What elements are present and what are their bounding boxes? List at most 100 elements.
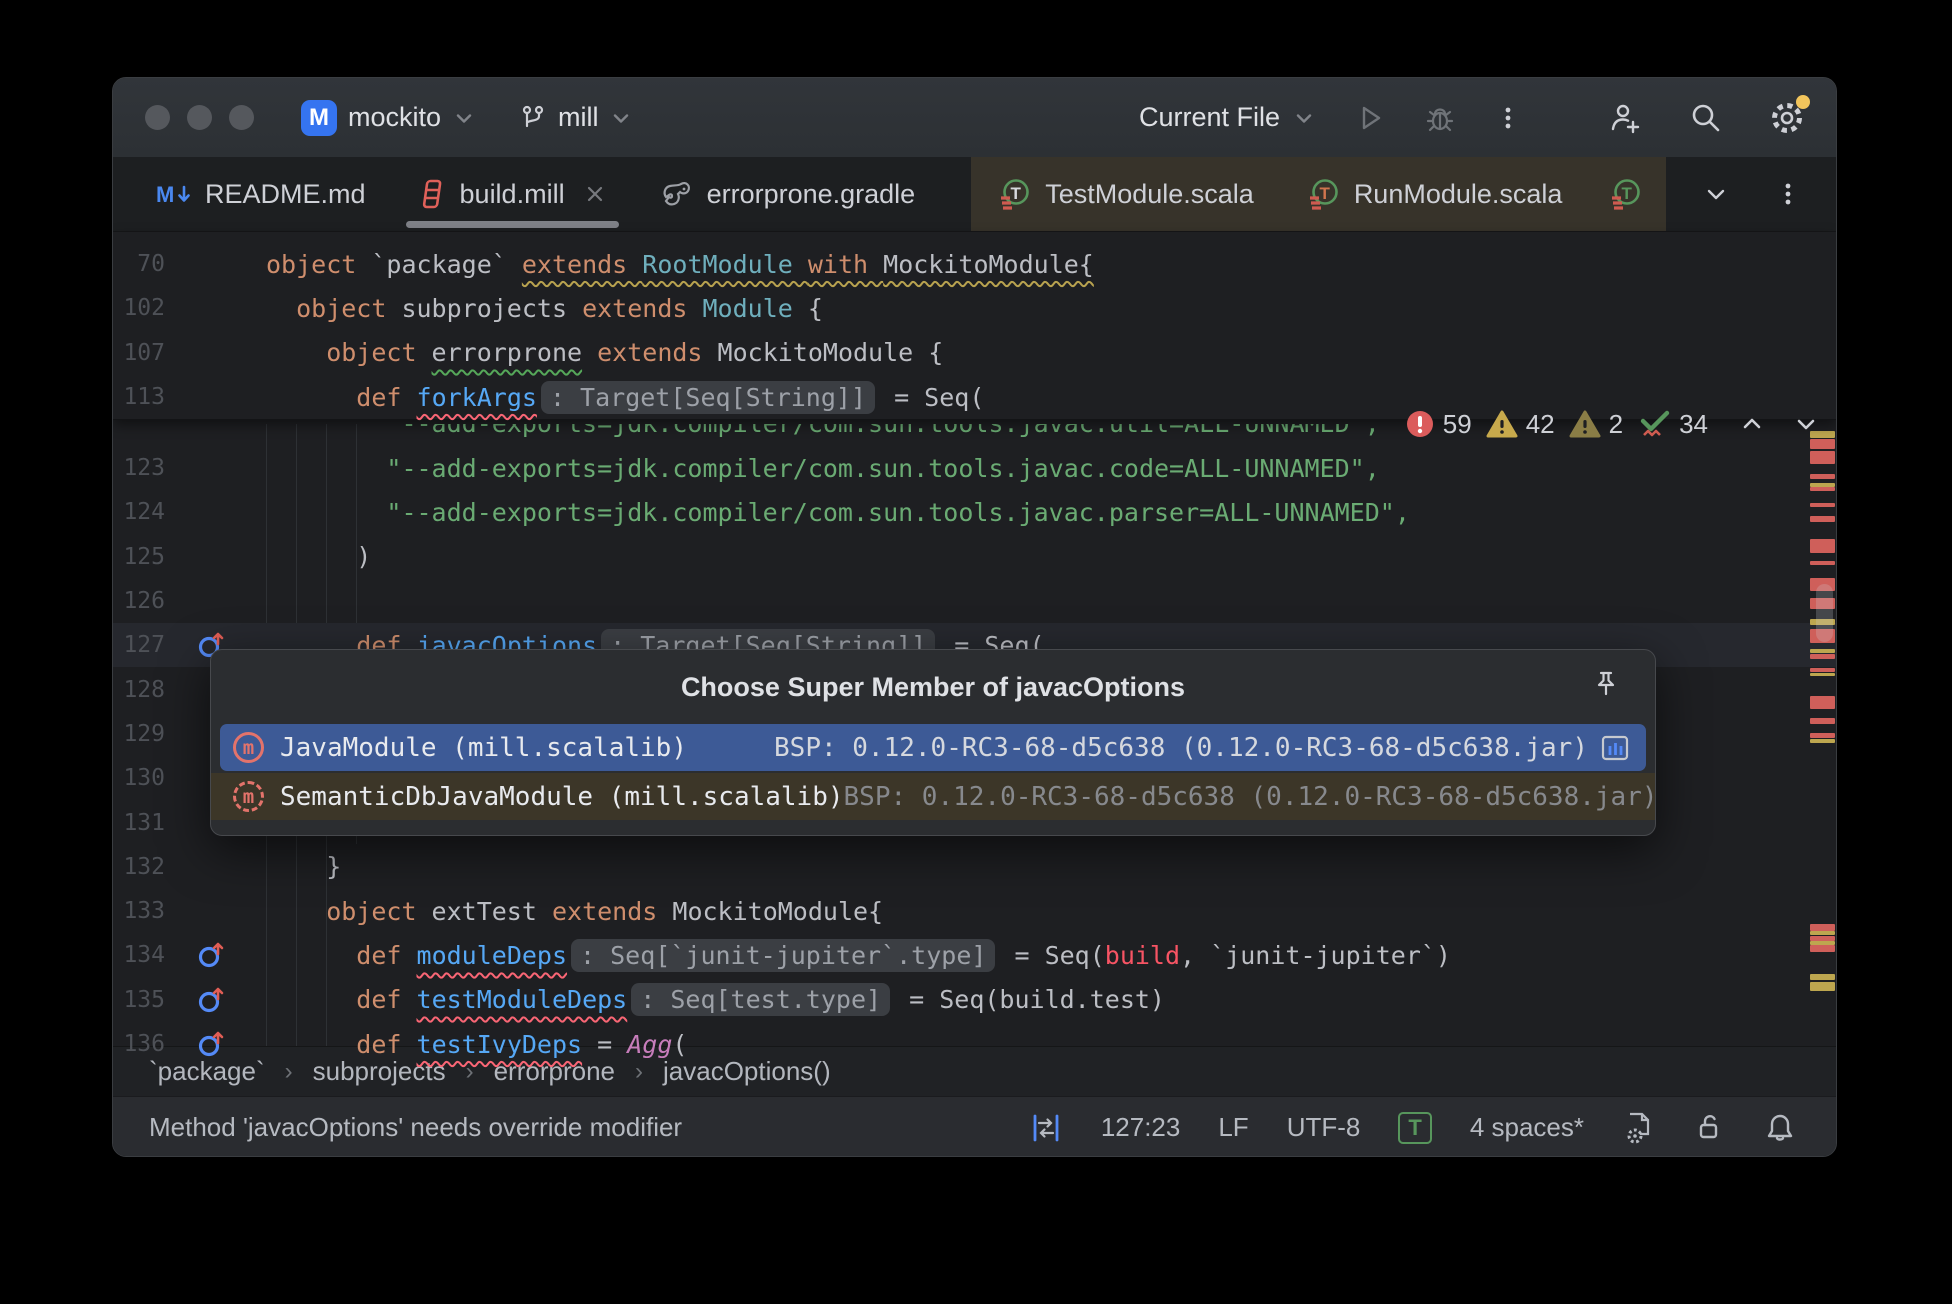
file-encoding[interactable]: UTF-8 — [1287, 1112, 1361, 1143]
stripe-mark — [1810, 718, 1835, 724]
line-number: 128 — [113, 677, 165, 703]
line-number: 127 — [113, 632, 165, 658]
code-line[interactable]: 132} — [113, 845, 1836, 889]
passed-count-value: 34 — [1679, 409, 1708, 440]
search-everywhere-button[interactable] — [1688, 100, 1724, 136]
override-method-icon[interactable] — [195, 984, 227, 1016]
code-line[interactable]: 125) — [113, 535, 1836, 579]
stripe-mark — [1810, 673, 1835, 676]
code-text: object `package` extends RootModule with… — [266, 250, 1094, 279]
line-ending[interactable]: LF — [1218, 1112, 1248, 1143]
code-line[interactable]: 133object extTest extends MockitoModule{ — [113, 889, 1836, 933]
svg-text:T: T — [1011, 184, 1022, 203]
more-actions-button[interactable] — [1494, 104, 1522, 132]
chevron-down-icon[interactable] — [1702, 180, 1730, 208]
minimize-window-button[interactable] — [187, 105, 212, 130]
tab-build-mill[interactable]: build.mill — [392, 157, 633, 231]
code-style-file-icon[interactable] — [1622, 1111, 1656, 1145]
scrollbar-thumb[interactable] — [1816, 584, 1833, 642]
gutter-slot — [165, 1028, 266, 1060]
caret-position[interactable]: 127:23 — [1101, 1112, 1181, 1143]
stripe-mark — [1810, 487, 1835, 491]
popup-item[interactable]: m SemanticDbJavaModule (mill.scalalib)BSP… — [211, 773, 1655, 820]
settings-button[interactable] — [1768, 99, 1806, 137]
code-text: def testIvyDeps = Agg( — [266, 1030, 687, 1059]
tab-partial[interactable]: T — [1588, 157, 1666, 231]
error-icon — [1405, 409, 1435, 439]
code-line[interactable]: 107object errorprone extends MockitoModu… — [113, 331, 1836, 375]
code-text: def moduleDeps: Seq[`junit-jupiter`.type… — [266, 941, 1451, 970]
stripe-mark — [1810, 561, 1835, 565]
gutter-slot — [165, 984, 266, 1016]
tab-readme[interactable]: M README.md — [129, 157, 392, 231]
chevron-down-icon[interactable] — [1792, 410, 1820, 438]
project-name: mockito — [348, 102, 441, 133]
stripe-mark — [1810, 974, 1835, 980]
status-bar: Method 'javacOptions' needs override mod… — [113, 1096, 1836, 1157]
stripe-mark — [1810, 696, 1835, 709]
line-number: 129 — [113, 721, 165, 747]
gradle-icon — [659, 178, 695, 210]
debug-button[interactable] — [1424, 102, 1456, 134]
popup-item-label: SemanticDbJavaModule (mill.scalalib) — [280, 782, 844, 812]
stripe-mark — [1810, 924, 1835, 931]
maximize-window-button[interactable] — [229, 105, 254, 130]
code-text: def testModuleDeps: Seq[test.type] = Seq… — [266, 985, 1165, 1014]
warning-icon — [1486, 409, 1518, 439]
error-count[interactable]: 59 — [1405, 409, 1472, 440]
code-line[interactable]: 102object subprojects extends Module { — [113, 286, 1836, 330]
chevron-up-icon[interactable] — [1738, 410, 1766, 438]
indent-setting[interactable]: 4 spaces* — [1470, 1112, 1584, 1143]
code-line[interactable]: 70 object `package` extends RootModule wi… — [113, 242, 1836, 286]
tab-label: build.mill — [460, 179, 565, 210]
inspections-widget[interactable]: 59 42 2 34 — [1405, 404, 1820, 444]
code-text: "--add-exports=jdk.compiler/com.sun.tool… — [266, 424, 1380, 438]
stripe-mark — [1810, 474, 1835, 479]
code-line[interactable]: 123"--add-exports=jdk.compiler/com.sun.t… — [113, 446, 1836, 490]
textmate-badge[interactable]: T — [1398, 1112, 1431, 1144]
bug-icon — [1424, 102, 1456, 134]
project-icon: M — [301, 100, 337, 136]
code-line[interactable]: 136 def testIvyDeps = Agg( — [113, 1022, 1836, 1066]
checkmark-icon — [1637, 408, 1671, 440]
unlock-icon[interactable] — [1694, 1112, 1726, 1144]
tab-testmodule-scala[interactable]: T TestModule.scala — [971, 157, 1280, 231]
stripe-mark — [1810, 945, 1835, 952]
git-branch-icon — [518, 103, 548, 133]
bell-icon[interactable] — [1764, 1112, 1796, 1144]
stripe-mark — [1810, 503, 1835, 507]
code-line[interactable]: 126 — [113, 579, 1836, 623]
weak-warning-count[interactable]: 2 — [1569, 409, 1623, 440]
override-method-icon[interactable] — [195, 939, 227, 971]
code-line[interactable]: 124"--add-exports=jdk.compiler/com.sun.t… — [113, 490, 1836, 534]
code-line[interactable]: 134 def moduleDeps: Seq[`junit-jupiter`.… — [113, 933, 1836, 977]
override-method-icon[interactable] — [195, 1028, 227, 1060]
kebab-menu-icon[interactable] — [1774, 180, 1802, 208]
line-number: 126 — [113, 588, 165, 614]
tab-errorprone-gradle[interactable]: errorprone.gradle — [633, 157, 942, 231]
status-widgets: 127:23 LF UTF-8 T 4 spaces* — [1029, 1111, 1836, 1145]
line-number: 70 — [113, 251, 165, 277]
vcs-widget[interactable]: mill — [518, 102, 633, 133]
passed-count[interactable]: 34 — [1637, 408, 1708, 440]
code-line[interactable]: 135 def testModuleDeps: Seq[test.type] =… — [113, 978, 1836, 1022]
close-icon[interactable] — [583, 182, 607, 206]
popup-item[interactable]: mJavaModule (mill.scalalib)BSP: 0.12.0-R… — [220, 724, 1646, 771]
weak-warning-icon — [1569, 409, 1601, 439]
code-editor[interactable]: "--add-exports=jdk.compiler/com.sun.tool… — [113, 232, 1836, 1046]
pin-icon[interactable] — [1591, 670, 1621, 700]
module-ring-dashed-icon: m — [233, 781, 264, 812]
run-button[interactable] — [1354, 102, 1386, 134]
code-with-me-button[interactable] — [1608, 100, 1644, 136]
warning-count[interactable]: 42 — [1486, 409, 1555, 440]
project-widget[interactable]: M mockito — [301, 100, 476, 136]
popup-item-detail: BSP: 0.12.0-RC3-68-d5c638 (0.12.0-RC3-68… — [844, 782, 1656, 812]
indent-guide-widget-icon[interactable] — [1029, 1111, 1063, 1145]
close-window-button[interactable] — [145, 105, 170, 130]
svg-text:T: T — [1622, 184, 1633, 203]
window-controls — [145, 105, 254, 130]
svg-text:T: T — [1319, 184, 1330, 203]
tab-runmodule-scala[interactable]: T RunModule.scala — [1280, 157, 1589, 231]
popup-items: mJavaModule (mill.scalalib)BSP: 0.12.0-R… — [211, 722, 1655, 820]
run-configuration-selector[interactable]: Current File — [1139, 102, 1316, 133]
